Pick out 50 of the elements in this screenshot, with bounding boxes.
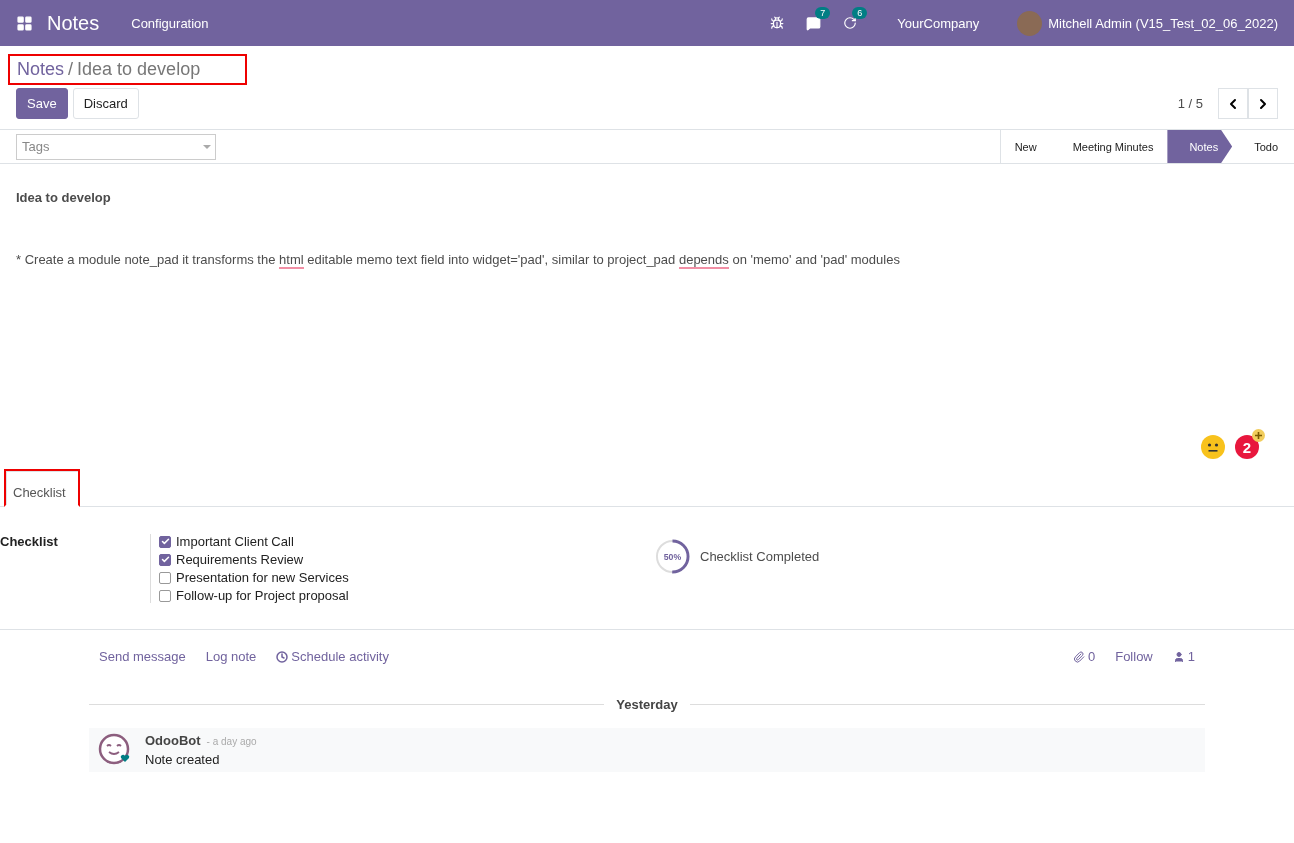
follow-button[interactable]: Follow bbox=[1115, 649, 1153, 664]
previous-button[interactable] bbox=[1218, 88, 1248, 119]
chatter-action[interactable]: Schedule activity bbox=[276, 649, 389, 664]
pager-counter: 1 / 5 bbox=[1177, 96, 1203, 111]
bot-avatar-icon bbox=[98, 733, 131, 766]
progress-ring: 50% bbox=[655, 539, 690, 574]
checklist-item-label: Follow-up for Project proposal bbox=[176, 588, 349, 603]
tags-field[interactable]: Tags bbox=[16, 133, 216, 160]
user-avatar bbox=[1017, 10, 1043, 36]
checklist-item-label: Important Client Call bbox=[176, 534, 294, 549]
checkbox[interactable] bbox=[159, 589, 171, 602]
notebook-tab[interactable]: Checklist bbox=[4, 469, 80, 507]
followers-button[interactable]: 1 bbox=[1172, 649, 1195, 664]
company-switcher[interactable]: YourCompany bbox=[897, 15, 980, 31]
user-menu[interactable]: Mitchell Admin (V15_Test_02_06_2022) bbox=[1048, 15, 1278, 31]
checklist-item-label: Presentation for new Services bbox=[176, 570, 349, 585]
breadcrumb-separator: / bbox=[68, 59, 74, 80]
add-reaction-icon[interactable] bbox=[1252, 429, 1265, 442]
activity-count-badge: 6 bbox=[852, 7, 868, 19]
progress-label: Checklist Completed bbox=[700, 549, 820, 564]
bug-icon[interactable] bbox=[770, 16, 785, 30]
stage-button[interactable]: Notes bbox=[1167, 130, 1233, 163]
message-time: - a day ago bbox=[206, 736, 257, 747]
chat-icon[interactable] bbox=[806, 15, 822, 31]
apps-menu-icon[interactable] bbox=[16, 14, 33, 32]
field-label: Checklist bbox=[0, 534, 59, 551]
checkbox[interactable] bbox=[159, 553, 171, 566]
note-title: Idea to develop bbox=[16, 190, 112, 205]
menu-item[interactable]: Configuration bbox=[131, 15, 209, 31]
checkbox[interactable] bbox=[159, 535, 171, 548]
attachments-button[interactable]: 0 bbox=[1072, 649, 1096, 664]
reaction-count-badge[interactable]: 2 bbox=[1235, 435, 1259, 459]
message-author: OdooBot bbox=[145, 733, 201, 748]
chatter-action[interactable]: Log note bbox=[205, 649, 257, 664]
message-count-badge: 7 bbox=[815, 6, 831, 19]
message-body: Note created bbox=[145, 752, 221, 767]
breadcrumb-current: Idea to develop bbox=[77, 59, 201, 80]
next-button[interactable] bbox=[1248, 88, 1278, 119]
neutral-face-icon[interactable] bbox=[1201, 435, 1225, 459]
person-icon bbox=[1172, 650, 1185, 663]
app-name[interactable]: Notes bbox=[47, 11, 100, 35]
note-body[interactable]: * Create a module note_pad it transforms the html editable memo text field into widget='pad', similar to project_pad depends on 'memo' and 'pad' modules bbox=[16, 252, 1278, 267]
chatter-action[interactable]: Send message bbox=[99, 649, 186, 664]
paperclip-icon bbox=[1072, 650, 1085, 663]
date-separator: Yesterday bbox=[616, 697, 678, 712]
checkbox[interactable] bbox=[159, 571, 171, 584]
discard-button[interactable]: Discard bbox=[72, 88, 139, 119]
checklist-item-label: Requirements Review bbox=[176, 552, 304, 567]
breadcrumb-link[interactable]: Notes bbox=[17, 59, 65, 80]
save-button[interactable]: Save bbox=[16, 88, 68, 119]
